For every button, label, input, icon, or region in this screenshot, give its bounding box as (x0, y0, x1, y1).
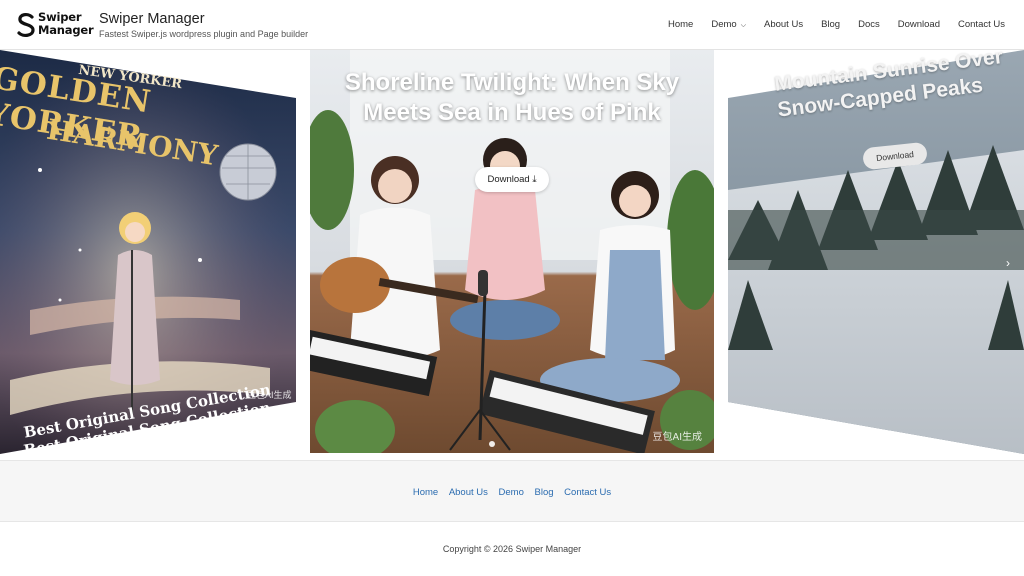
footer-navigation: Home About Us Demo Blog Contact Us (0, 460, 1024, 522)
nav-item-about-us[interactable]: About Us (764, 19, 803, 30)
footer-links: Home About Us Demo Blog Contact Us (0, 487, 1024, 498)
nav-item-home[interactable]: Home (668, 19, 693, 30)
site-tagline: Fastest Swiper.js wordpress plugin and P… (99, 29, 309, 39)
nav-item-download[interactable]: Download (898, 19, 940, 30)
footer-link-blog[interactable]: Blog (535, 487, 554, 498)
carousel-pagination-dot[interactable] (489, 441, 495, 447)
site-header: Swiper Manager Swiper Manager Fastest Sw… (0, 0, 1024, 50)
nav-item-demo-label: Demo (711, 19, 737, 30)
slide-right[interactable]: Mountain Sunrise Over Snow-Capped Peaks … (728, 50, 1024, 454)
site-title[interactable]: Swiper Manager (99, 11, 205, 27)
nav-item-demo[interactable]: Demo ⌵ (711, 19, 746, 30)
nav-item-contact-us[interactable]: Contact Us (958, 19, 1005, 30)
logo-text-line2: Manager (38, 23, 94, 37)
chevron-down-icon: ⌵ (740, 22, 746, 29)
slide-left[interactable]: NEW YORKER GOLDEN YORKER HARMONY Best Or… (0, 50, 300, 454)
footer-link-home[interactable]: Home (413, 487, 438, 498)
slide-center-title: Shoreline Twilight: When Sky Meets Sea i… (344, 69, 680, 126)
footer-link-contact-us[interactable]: Contact Us (564, 487, 611, 498)
main-nav: Home Demo ⌵ About Us Blog Docs Download C… (650, 19, 1005, 30)
slide-left-watermark: 豆包AI生成 (247, 390, 292, 400)
nav-item-blog[interactable]: Blog (821, 19, 840, 30)
download-icon: ⤓ (532, 174, 537, 185)
logo-text: Swiper Manager (38, 11, 94, 37)
footer-link-about-us[interactable]: About Us (449, 487, 488, 498)
image-carousel[interactable]: NEW YORKER GOLDEN YORKER HARMONY Best Or… (0, 50, 1024, 454)
copyright-text: Copyright © 2026 Swiper Manager (442, 544, 582, 554)
footer-link-demo[interactable]: Demo (499, 487, 524, 498)
site-logo[interactable]: Swiper Manager (16, 10, 94, 40)
logo-s-icon (17, 13, 35, 37)
download-button-label: Download (487, 174, 530, 185)
chevron-right-icon[interactable]: › (1006, 256, 1010, 270)
download-button[interactable]: Download ⤓ (475, 167, 549, 192)
slide-center[interactable]: Shoreline Twilight: When Sky Meets Sea i… (310, 50, 714, 453)
slide-center-watermark: 豆包AI生成 (652, 432, 702, 443)
nav-item-docs[interactable]: Docs (858, 19, 880, 30)
